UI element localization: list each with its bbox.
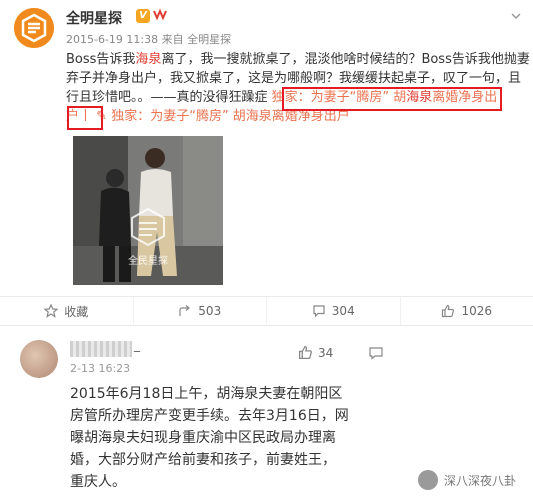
watermark: 深八深夜八卦 xyxy=(418,470,516,490)
watermark-text: 深八深夜八卦 xyxy=(444,473,517,488)
comment-line: 婚，大部分财产给前妻和孩子，前妻姓王， xyxy=(70,452,336,468)
highlight-name: 海泉 xyxy=(135,52,162,67)
post-datetime[interactable]: 2015-6-19 11:38 xyxy=(66,33,158,46)
username[interactable]: 全明星探 xyxy=(66,8,122,28)
comment-text: 2015年6月18日上午，胡海泉夫妻在朝阳区 房管所办理房产变更手续。去年3月1… xyxy=(70,383,370,493)
source-prefix: 来自 xyxy=(161,33,184,46)
share-button[interactable]: 503 xyxy=(134,297,267,325)
favorite-label: 收藏 xyxy=(64,304,89,319)
share-icon xyxy=(179,305,191,316)
post-meta: 2015-6-19 11:38 来自 全明星探 xyxy=(66,31,231,47)
action-bar: 收藏 503 304 1026 xyxy=(0,296,533,326)
comment-like-count: 34 xyxy=(318,345,334,360)
comment-line: 2015年6月18日上午，胡海泉夫妻在朝阳区 xyxy=(70,386,343,402)
comment-date: 2-13 16:23 xyxy=(70,362,131,375)
post-photo[interactable]: 全民星探 xyxy=(73,136,223,285)
comment-icon xyxy=(313,305,325,318)
brand-logo-icon xyxy=(14,8,54,48)
verified-badge: V xyxy=(136,9,150,23)
share-count: 503 xyxy=(198,304,222,318)
article-title-link[interactable]: 独家：为妻子“腾房” 胡海泉离婚净身出户 xyxy=(111,109,350,124)
reply-icon[interactable] xyxy=(368,345,384,360)
thumbs-up-icon xyxy=(442,304,455,318)
comment-like-button[interactable]: 34 xyxy=(298,345,333,360)
comment-line: 房管所办理房产变更手续。去年3月16日，网 xyxy=(70,408,349,424)
post-line-2: 弃子并净身出户，我又掀桌了，这是为哪般啊？我缓缓扶起桌子，叹了一句，且 xyxy=(66,71,522,86)
post-source[interactable]: 全明星探 xyxy=(187,33,231,46)
comment-line: 重庆人。 xyxy=(70,474,126,490)
post-line-1: Boss告诉我海泉离了，我一搜就掀桌了，混淡他啥时候结的？Boss告诉我他抛妻 xyxy=(66,52,530,67)
commenter-name-suffix: _ xyxy=(134,338,140,352)
star-icon xyxy=(44,304,59,318)
highlight-box xyxy=(67,106,103,130)
highlight-box xyxy=(282,87,502,111)
avatar[interactable] xyxy=(14,8,54,48)
comment-count: 304 xyxy=(331,304,355,318)
comment-button[interactable]: 304 xyxy=(267,297,401,325)
wechat-logo-icon xyxy=(418,470,438,490)
comment-line: 曝胡海泉夫妇现身重庆渝中区民政局办理离 xyxy=(70,430,336,446)
vip-icon xyxy=(152,8,168,25)
thumbs-up-icon xyxy=(298,345,312,360)
like-count: 1026 xyxy=(461,304,493,318)
favorite-button[interactable]: 收藏 xyxy=(0,297,134,325)
image-watermark: 全民星探 xyxy=(128,254,168,267)
commenter-avatar[interactable] xyxy=(20,340,58,378)
like-button[interactable]: 1026 xyxy=(401,297,533,325)
commenter-name-blurred[interactable] xyxy=(70,341,132,357)
chevron-down-icon[interactable] xyxy=(511,6,521,20)
